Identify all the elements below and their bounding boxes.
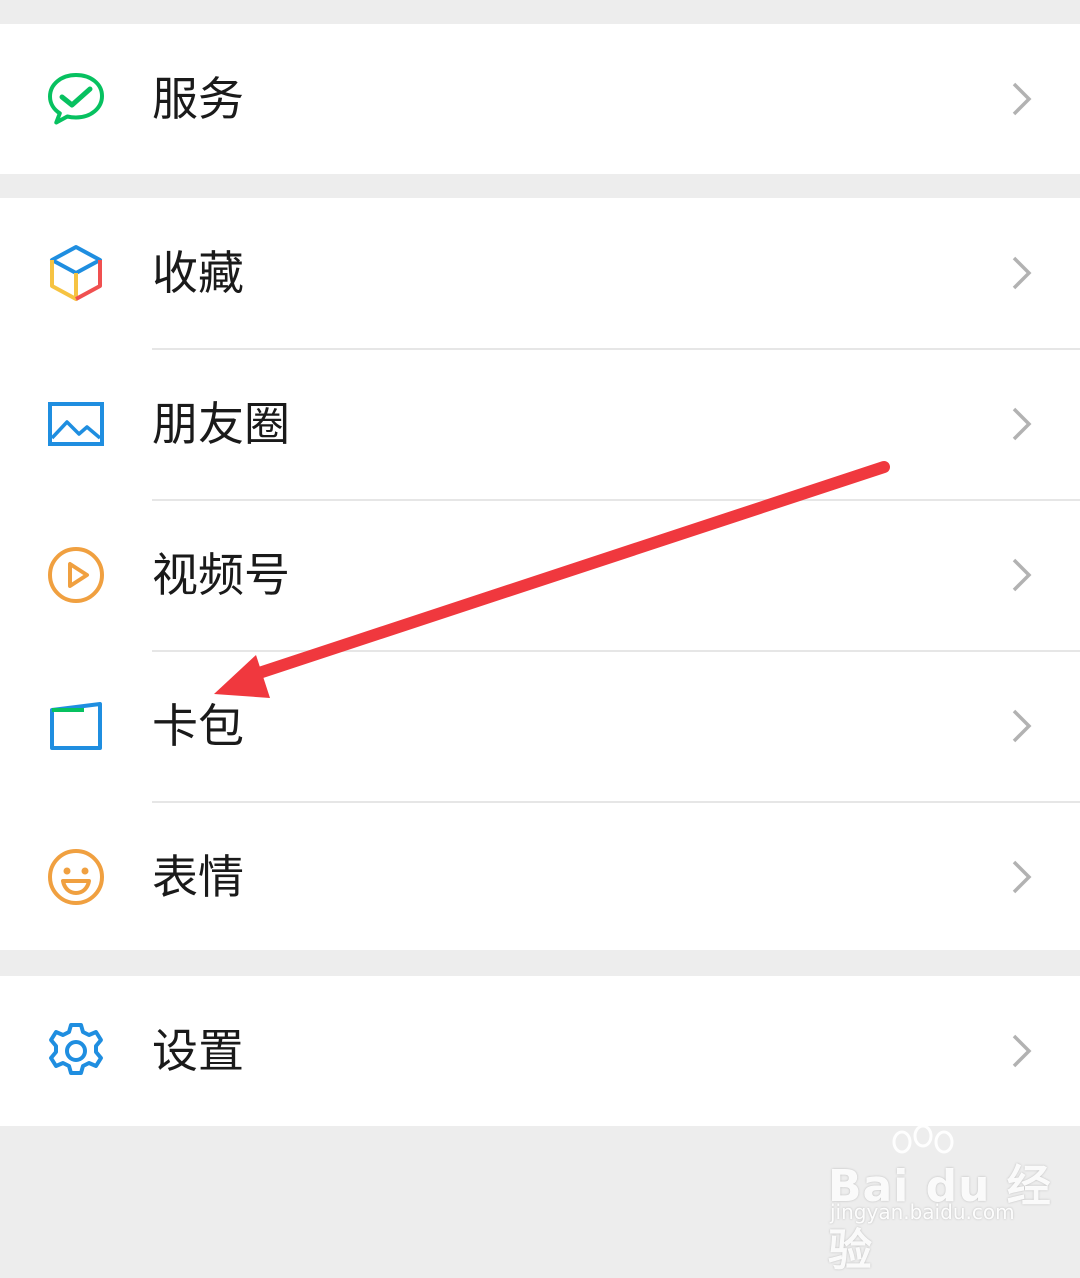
- annotation-arrow: [214, 461, 890, 698]
- watermark-url: jingyan.baidu.com: [830, 1200, 1015, 1224]
